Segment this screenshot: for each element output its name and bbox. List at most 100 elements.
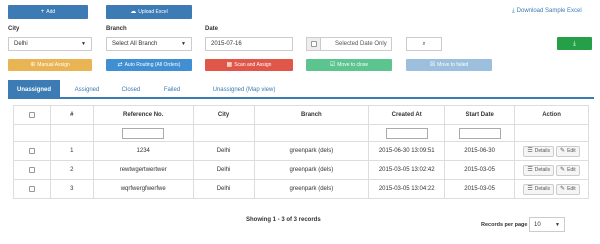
records-summary: Showing 1 - 3 of 3 records (246, 217, 321, 223)
records-per-page-value: 10 (534, 221, 541, 228)
col-header-created-at: Created At (368, 105, 446, 125)
city-label: City (8, 26, 20, 32)
row-city: Delhi (192, 179, 255, 199)
edit-label: Edit (567, 167, 576, 173)
row-select-cell[interactable] (13, 141, 51, 161)
scan-assign-label: Scan and Assign (234, 62, 272, 68)
filter-cell (49, 124, 94, 142)
move-to-failed-label: Move to failed (437, 62, 469, 68)
row-actions: ☰ Details ✎ Edit (514, 160, 589, 180)
selected-date-only-toggle[interactable]: Selected Date Only (306, 37, 392, 51)
start-date-filter-input[interactable] (458, 127, 501, 139)
chevron-down-icon: ▼ (555, 221, 560, 228)
row-created-at: 2015-03-05 13:04:22 (368, 179, 446, 199)
row-number: 3 (49, 179, 94, 199)
date-input[interactable]: 2015-07-16 (205, 37, 293, 51)
tab-failed[interactable]: Failed (156, 80, 188, 99)
download-label: Download Sample Excel (516, 8, 582, 14)
list-icon: ☰ (527, 148, 533, 154)
row-created-at: 2015-06-30 13:09:51 (368, 141, 446, 161)
selected-date-only-label: Selected Date Only (335, 41, 387, 47)
filter-cell (192, 124, 255, 142)
user-plus-icon: ⊕ (30, 62, 36, 68)
row-number: 2 (49, 160, 94, 180)
pencil-icon: ✎ (560, 148, 566, 154)
select-all-checkbox[interactable] (28, 111, 35, 118)
filter-row (13, 124, 589, 142)
col-header-reference: Reference No. (92, 105, 194, 125)
barcode-icon: ▦ (226, 62, 233, 68)
auto-routing-label: Auto Routing (All Orders) (124, 62, 181, 68)
auto-routing-button[interactable]: ⇄ Auto Routing (All Orders) (106, 59, 192, 71)
orders-table: # Reference No. City Branch Created At S… (13, 105, 589, 199)
edit-button[interactable]: ✎ Edit (556, 183, 580, 195)
row-reference: rewtwgertwertwer (92, 160, 194, 180)
branch-value: Select All Branch (112, 41, 158, 47)
date-value: 2015-07-16 (211, 41, 242, 47)
row-checkbox[interactable] (28, 185, 35, 192)
move-to-close-button[interactable]: ☑ Move to close (306, 59, 392, 71)
edit-label: Edit (567, 186, 576, 192)
filter-cell (368, 124, 446, 142)
col-header-action: Action (514, 105, 589, 125)
edit-button[interactable]: ✎ Edit (556, 145, 580, 157)
cloud-upload-icon: ☁ (130, 9, 137, 15)
filter-cell (253, 124, 370, 142)
download-sample-link[interactable]: ⤓ Download Sample Excel (512, 8, 582, 14)
filter-cell (514, 124, 589, 142)
details-label: Details (534, 148, 551, 154)
row-checkbox[interactable] (28, 166, 35, 173)
edit-label: Edit (567, 148, 576, 154)
branch-label: Branch (106, 26, 127, 32)
select-all-header[interactable] (13, 105, 51, 125)
upload-excel-button[interactable]: ☁ Upload Excel (106, 5, 192, 19)
reference-filter-input[interactable] (122, 127, 165, 139)
move-to-close-label: Move to close (337, 62, 369, 68)
row-reference: 1234 (92, 141, 194, 161)
manual-assign-button[interactable]: ⊕ Manual Assign (8, 59, 92, 71)
add-button[interactable]: + Add (8, 5, 88, 19)
tab-closed[interactable]: Closed (113, 80, 149, 99)
city-value: Delhi (14, 41, 28, 47)
row-checkbox[interactable] (28, 147, 35, 154)
tab-unassigned-map-view[interactable]: Unassigned (Map view) (196, 80, 292, 99)
checkbox[interactable] (310, 41, 317, 47)
chevron-down-icon: ▼ (81, 41, 86, 47)
details-label: Details (534, 167, 551, 173)
upload-label: Upload Excel (138, 9, 168, 15)
records-per-page-label: Records per page (481, 222, 528, 228)
col-header-start-date: Start Date (444, 105, 516, 125)
scan-assign-button[interactable]: ▦ Scan and Assign (205, 59, 293, 71)
row-select-cell[interactable] (13, 179, 51, 199)
download-icon: ⤓ (512, 8, 515, 14)
move-to-failed-button[interactable]: ☒ Move to failed (406, 59, 492, 71)
row-start-date: 2015-03-05 (444, 179, 516, 199)
table-header-row: # Reference No. City Branch Created At S… (13, 105, 589, 125)
created-at-filter-input[interactable] (385, 127, 428, 139)
pencil-icon: ✎ (560, 167, 566, 173)
tab-unassigned[interactable]: Unassigned (8, 80, 60, 99)
download-button[interactable]: ⤓ (557, 37, 592, 50)
details-button[interactable]: ☰ Details (523, 145, 555, 157)
row-city: Delhi (192, 160, 255, 180)
row-start-date: 2015-06-30 (444, 141, 516, 161)
selected-date-checkbox-box[interactable] (307, 38, 321, 50)
records-per-page-select[interactable]: 10 ▼ (529, 217, 565, 232)
row-select-cell[interactable] (13, 160, 51, 180)
city-select[interactable]: Delhi ▼ (8, 37, 92, 51)
tab-assigned[interactable]: Assigned (66, 80, 108, 99)
row-actions: ☰ Details ✎ Edit (514, 141, 589, 161)
table-row: 3 wqrfwergfwerfwe Delhi greenpark (dels)… (13, 179, 589, 199)
row-branch: greenpark (dels) (253, 141, 370, 161)
details-button[interactable]: ☰ Details (523, 164, 555, 176)
search-button[interactable]: ⌕ (406, 37, 442, 51)
branch-select[interactable]: Select All Branch ▼ (106, 37, 192, 51)
details-button[interactable]: ☰ Details (523, 183, 555, 195)
add-label: Add (46, 9, 56, 15)
table-row: 2 rewtwgertwertwer Delhi greenpark (dels… (13, 160, 589, 180)
row-actions: ☰ Details ✎ Edit (514, 179, 589, 199)
row-city: Delhi (192, 141, 255, 161)
edit-button[interactable]: ✎ Edit (556, 164, 580, 176)
row-number: 1 (49, 141, 94, 161)
row-start-date: 2015-03-05 (444, 160, 516, 180)
